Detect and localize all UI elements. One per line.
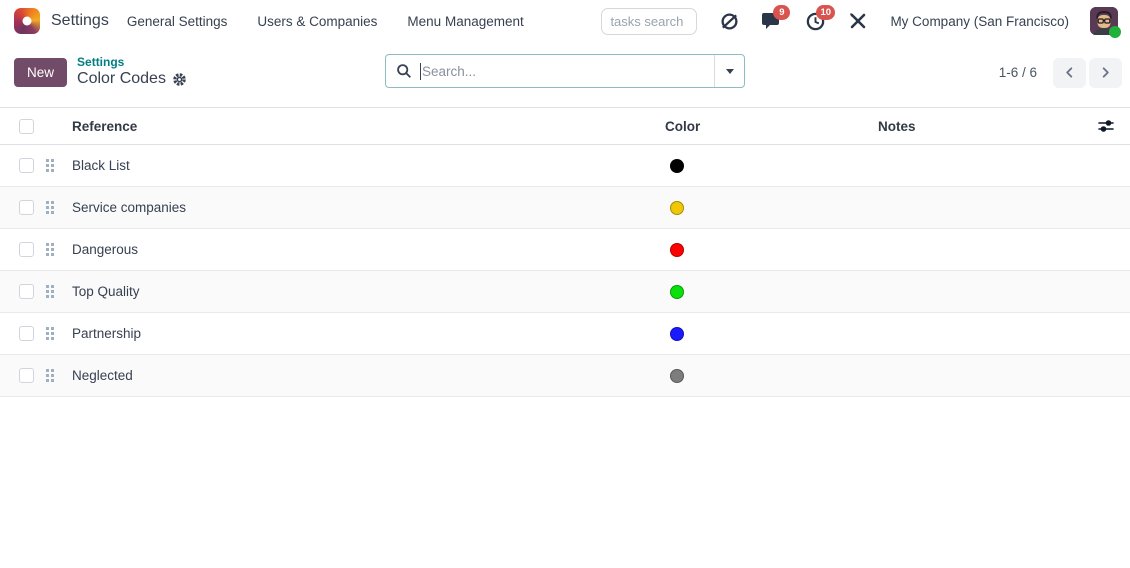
row-reference[interactable]: Top Quality — [72, 271, 665, 312]
table-row[interactable]: Service companies — [0, 187, 1130, 229]
table-header-row: Reference Color Notes — [0, 107, 1130, 145]
row-checkbox[interactable] — [19, 326, 34, 341]
discuss-icon[interactable] — [718, 10, 740, 32]
breadcrumb-settings-link[interactable]: Settings — [77, 56, 187, 70]
text-cursor — [420, 62, 421, 80]
drag-handle-icon[interactable] — [46, 201, 54, 214]
menu-menu-management[interactable]: Menu Management — [407, 14, 523, 29]
color-dot — [670, 368, 684, 383]
column-header-reference[interactable]: Reference — [72, 108, 665, 144]
pager-range: 1-6 / 6 — [998, 65, 1037, 80]
row-checkbox[interactable] — [19, 200, 34, 215]
color-dot — [670, 158, 684, 173]
top-navbar: Settings General Settings Users & Compan… — [0, 0, 1130, 42]
row-reference[interactable]: Black List — [72, 145, 665, 186]
odoo-app-logo-icon[interactable] — [14, 8, 40, 34]
row-checkbox[interactable] — [19, 158, 34, 173]
row-checkbox[interactable] — [19, 284, 34, 299]
messages-badge: 9 — [773, 5, 791, 20]
table-body: Black List Service companies Dangerous T… — [0, 145, 1130, 397]
color-dot — [670, 284, 684, 299]
table-row[interactable]: Partnership — [0, 313, 1130, 355]
color-dot — [670, 326, 684, 341]
drag-handle-icon[interactable] — [46, 327, 54, 340]
online-status-dot — [1109, 26, 1121, 38]
settings-color-codes-page: Settings General Settings Users & Compan… — [0, 0, 1130, 568]
pager: 1-6 / 6 — [998, 57, 1122, 88]
optional-columns-icon[interactable] — [1098, 119, 1114, 133]
drag-handle-icon[interactable] — [46, 159, 54, 172]
row-notes[interactable] — [878, 229, 1082, 270]
activities-icon[interactable]: 10 — [804, 5, 836, 32]
row-reference[interactable]: Service companies — [72, 187, 665, 228]
search-bar[interactable] — [385, 54, 745, 88]
messages-icon[interactable]: 9 — [761, 5, 791, 32]
menu-general-settings[interactable]: General Settings — [127, 14, 228, 29]
main-menu: General Settings Users & Companies Menu … — [127, 14, 524, 29]
row-notes[interactable] — [878, 313, 1082, 354]
activities-badge: 10 — [816, 5, 836, 20]
drag-handle-icon[interactable] — [46, 243, 54, 256]
pager-previous-button[interactable] — [1053, 57, 1086, 88]
tools-icon[interactable] — [847, 10, 869, 32]
menu-users-companies[interactable]: Users & Companies — [257, 14, 377, 29]
color-codes-list: Reference Color Notes Black List Service… — [0, 107, 1130, 397]
color-dot — [670, 200, 684, 215]
column-header-color[interactable]: Color — [665, 108, 878, 144]
company-switcher[interactable]: My Company (San Francisco) — [890, 14, 1069, 29]
row-checkbox[interactable] — [19, 242, 34, 257]
search-icon — [396, 63, 412, 79]
row-reference[interactable]: Dangerous — [72, 229, 665, 270]
column-header-notes[interactable]: Notes — [878, 108, 1082, 144]
tasks-search-input[interactable] — [601, 7, 698, 35]
row-reference[interactable]: Partnership — [72, 313, 665, 354]
color-dot — [670, 242, 684, 257]
search-dropdown-toggle[interactable] — [714, 55, 744, 87]
table-row[interactable]: Top Quality — [0, 271, 1130, 313]
user-avatar[interactable] — [1090, 7, 1121, 38]
row-notes[interactable] — [878, 145, 1082, 186]
control-panel: New Settings Color Codes Search... 1-6 /… — [0, 42, 1130, 107]
breadcrumb: Settings Color Codes — [77, 56, 187, 88]
page-title: Color Codes — [77, 70, 166, 88]
search-input[interactable] — [422, 55, 714, 87]
new-button[interactable]: New — [14, 58, 68, 87]
row-checkbox[interactable] — [19, 368, 34, 383]
table-row[interactable]: Black List — [0, 145, 1130, 187]
row-notes[interactable] — [878, 187, 1082, 228]
table-row[interactable]: Dangerous — [0, 229, 1130, 271]
row-notes[interactable] — [878, 271, 1082, 312]
row-reference[interactable]: Neglected — [72, 355, 665, 396]
select-all-checkbox[interactable] — [19, 118, 34, 134]
row-notes[interactable] — [878, 355, 1082, 396]
app-name[interactable]: Settings — [51, 12, 109, 30]
chevron-down-icon — [725, 68, 734, 74]
drag-handle-icon[interactable] — [46, 285, 54, 298]
pager-next-button[interactable] — [1089, 57, 1122, 88]
drag-handle-icon[interactable] — [46, 369, 54, 382]
systray: 9 10 My Company (San Francisco) — [601, 5, 1121, 38]
table-row[interactable]: Neglected — [0, 355, 1130, 397]
action-gear-icon[interactable] — [172, 72, 187, 87]
